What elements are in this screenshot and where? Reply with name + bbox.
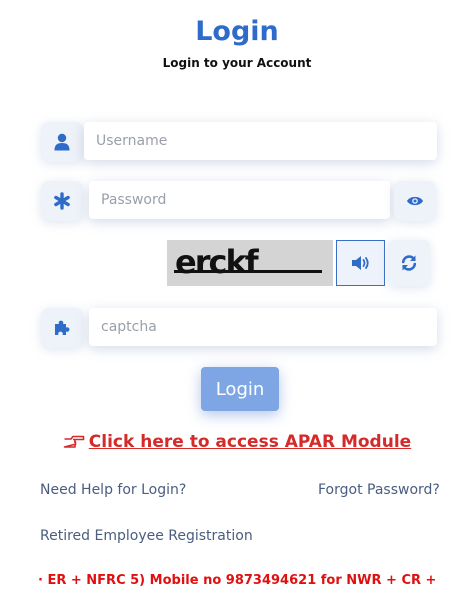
apar-module-link[interactable]: Click here to access APAR Module <box>0 432 474 452</box>
captcha-audio-button[interactable] <box>336 240 385 286</box>
captcha-image: erckf <box>167 240 333 286</box>
captcha-refresh-button[interactable] <box>388 240 430 286</box>
asterisk-icon <box>41 181 83 221</box>
volume-icon <box>351 256 369 270</box>
login-button[interactable]: Login <box>201 367 279 411</box>
captcha-text: erckf <box>175 243 260 281</box>
news-ticker: · ER + NFRC 5) Mobile no 9873494621 for … <box>38 573 438 588</box>
puzzle-icon <box>41 308 83 348</box>
hand-pointer-icon <box>63 435 85 449</box>
need-help-link[interactable]: Need Help for Login? <box>40 482 186 498</box>
show-password-toggle[interactable] <box>394 181 436 221</box>
refresh-icon <box>401 255 417 271</box>
eye-icon <box>407 196 423 206</box>
captcha-input[interactable] <box>89 308 437 346</box>
apar-link-text: Click here to access APAR Module <box>88 432 412 452</box>
user-icon <box>41 122 83 162</box>
username-input[interactable] <box>84 122 437 160</box>
page-subtitle: Login to your Account <box>162 56 312 70</box>
retired-employee-registration-link[interactable]: Retired Employee Registration <box>40 528 253 544</box>
page-title: Login <box>195 16 279 47</box>
password-input[interactable] <box>89 181 390 219</box>
forgot-password-link[interactable]: Forgot Password? <box>318 482 440 498</box>
